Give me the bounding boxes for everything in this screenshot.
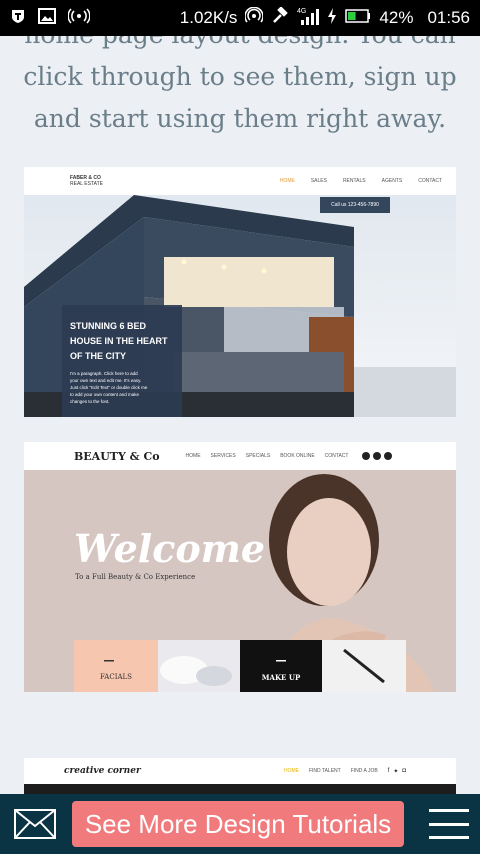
hero-body-line: Just click "Edit Text" or double click m… <box>70 385 148 390</box>
svg-text:4G: 4G <box>297 8 306 15</box>
network-speed: 1.02K/s <box>179 8 238 27</box>
template-hero-panel: STUNNING 6 BED HOUSE IN THE HEART OF THE… <box>62 305 182 417</box>
hotspot-icon <box>67 7 91 29</box>
hero-headline-line: STUNNING 6 BED <box>70 321 147 331</box>
facebook-icon: f <box>387 767 390 774</box>
template-preview-creative[interactable]: creative corner HOME FIND TALENT FIND A … <box>24 758 456 794</box>
template-nav-item: BOOK ONLINE <box>280 453 315 459</box>
template-preview-real-estate[interactable]: FABER & CO REAL ESTATE HOME SALES RENTAL… <box>24 167 456 417</box>
charging-icon <box>327 7 337 29</box>
template-nav-item: HOME <box>279 178 295 184</box>
status-bar: 1.02K/s 4G 42% 01:56 <box>0 0 480 36</box>
twitter-icon: ✦ <box>393 768 399 775</box>
tools-icon <box>271 5 289 30</box>
social-icons <box>362 452 442 460</box>
template-preview-beauty[interactable]: BEAUTY & Co HOME SERVICES SPECIALS BOOK … <box>24 442 456 692</box>
pinterest-icon <box>384 452 393 460</box>
hero-body-line: changes to the font. <box>70 399 110 404</box>
tile-label: FACIALS <box>100 673 132 681</box>
intro-line: click through to see them, sign up <box>23 62 457 91</box>
template-nav-item: AGENTS <box>381 178 403 184</box>
social-icons: f ✦ ◘ <box>388 768 456 775</box>
template-nav-item: SPECIALS <box>245 453 271 459</box>
clock: 01:56 <box>427 8 470 27</box>
battery-percent: 42% <box>379 8 414 27</box>
template-nav-item: SALES <box>310 178 327 184</box>
twitter-icon <box>373 452 382 460</box>
cell-signal-icon: 4G <box>297 6 320 31</box>
template-nav-item: FIND TALENT <box>308 768 341 774</box>
beauty-hero-photo <box>24 470 456 692</box>
template-brand: BEAUTY & Co <box>74 449 160 463</box>
template-nav-item: HOME <box>283 768 299 774</box>
tile-label: MAKE UP <box>261 673 301 682</box>
template-nav: creative corner HOME FIND TALENT FIND A … <box>24 758 456 784</box>
template-nav-item: HOME <box>185 453 201 459</box>
bottom-bar: See More Design Tutorials <box>0 794 480 854</box>
hero-headline-line: HOUSE IN THE HEART <box>70 336 168 346</box>
hero-body-line: I'm a paragraph. Click here to add <box>70 371 138 376</box>
template-dark-band <box>24 784 456 794</box>
template-nav-item: CONTACT <box>418 178 442 184</box>
template-nav-item: RENTALS <box>342 178 366 184</box>
template-nav-item: SERVICES <box>210 453 236 459</box>
intro-line: home page layout design. You can <box>0 36 480 56</box>
template-welcome: Welcome <box>74 526 266 571</box>
template-phone-badge: Call us 123-456-7890 <box>320 197 390 213</box>
template-nav-item: FIND A JOB <box>350 768 378 774</box>
hero-headline-line: OF THE CITY <box>70 351 126 361</box>
template-nav: BEAUTY & Co HOME SERVICES SPECIALS BOOK … <box>24 442 456 470</box>
template-nav-item: CONTACT <box>324 453 349 459</box>
facebook-icon <box>362 452 371 460</box>
template-brand-sub: REAL ESTATE <box>70 181 103 187</box>
article-intro: home page layout design. You can click t… <box>0 36 480 140</box>
intro-line: and start using them right away. <box>33 104 447 133</box>
hamburger-menu-icon[interactable] <box>429 809 469 839</box>
see-more-tutorials-button[interactable]: See More Design Tutorials <box>72 801 404 847</box>
hero-body-line: to add your own content and make <box>70 392 140 397</box>
template-tagline: To a Full Beauty & Co Experience <box>75 573 196 581</box>
mail-icon[interactable] <box>14 809 56 839</box>
instagram-icon: ◘ <box>402 767 406 774</box>
image-icon <box>38 7 56 29</box>
hero-body-line: your own text and edit me. It's easy. <box>70 378 142 383</box>
template-brand: creative corner <box>64 766 141 776</box>
article-content: home page layout design. You can click t… <box>0 36 480 794</box>
battery-icon <box>345 8 371 28</box>
shield-app-icon <box>10 8 26 29</box>
wifi-signal-icon <box>244 6 265 30</box>
template-nav: FABER & CO REAL ESTATE HOME SALES RENTAL… <box>24 167 456 195</box>
